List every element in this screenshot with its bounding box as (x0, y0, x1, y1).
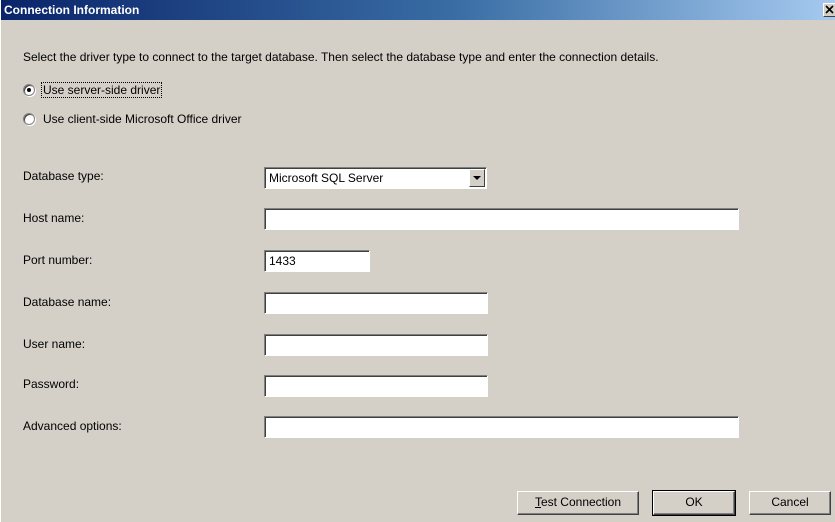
connection-dialog: Connection Information Select the driver… (0, 0, 835, 522)
radio-button-checked[interactable] (23, 84, 35, 96)
password-input[interactable] (264, 375, 488, 397)
user-name-input[interactable] (264, 334, 488, 356)
database-name-label: Database name: (23, 295, 112, 309)
close-icon (825, 5, 834, 14)
close-button[interactable] (823, 3, 835, 17)
chevron-down-icon (473, 176, 481, 180)
password-label: Password: (23, 377, 80, 391)
cancel-button[interactable]: Cancel (749, 491, 831, 515)
title-bar[interactable]: Connection Information (1, 0, 835, 20)
host-name-label: Host name: (23, 211, 85, 225)
test-connection-label: est Connection (540, 495, 622, 509)
database-type-label: Database type: (23, 169, 104, 183)
test-connection-button[interactable]: Test Connection (517, 491, 639, 515)
radio-client-side-office-driver[interactable]: Use client-side Microsoft Office driver (23, 111, 243, 127)
user-name-label: User name: (23, 337, 86, 351)
dialog-title: Connection Information (4, 3, 140, 17)
database-name-input[interactable] (264, 292, 488, 314)
advanced-options-input[interactable] (264, 416, 739, 438)
dropdown-button[interactable] (469, 169, 485, 187)
database-type-select[interactable]: Microsoft SQL Server (264, 167, 487, 189)
advanced-options-label: Advanced options: (23, 419, 122, 433)
instructions-text: Select the driver type to connect to the… (23, 50, 659, 64)
radio-button-unchecked[interactable] (23, 113, 35, 125)
ok-button[interactable]: OK (652, 490, 736, 516)
radio-label-server-side: Use server-side driver (40, 82, 163, 98)
radio-server-side-driver[interactable]: Use server-side driver (23, 82, 163, 98)
port-number-label: Port number: (23, 253, 93, 267)
host-name-input[interactable] (264, 208, 739, 230)
port-number-input[interactable]: 1433 (264, 250, 370, 272)
radio-label-client-side: Use client-side Microsoft Office driver (43, 112, 242, 126)
database-type-value: Microsoft SQL Server (269, 171, 384, 185)
